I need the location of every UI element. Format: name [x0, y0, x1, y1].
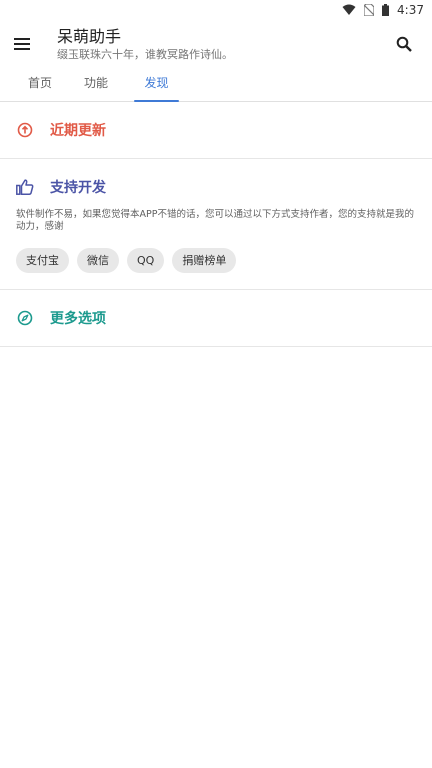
wechat-chip[interactable]: 微信 [77, 248, 119, 273]
battery-icon [382, 4, 390, 16]
wifi-icon [342, 4, 356, 16]
clock-time: 4:37 [397, 3, 424, 17]
tab-bar: 首页 功能 发现 [0, 68, 432, 102]
support-header: 支持开发 [0, 159, 432, 215]
more-options-section[interactable]: 更多选项 [0, 290, 432, 347]
qq-chip[interactable]: QQ [127, 248, 165, 273]
app-title: 呆萌助手 [57, 27, 122, 46]
tab-functions[interactable]: 功能 [68, 68, 124, 101]
upload-circle-icon [16, 121, 34, 139]
thumb-up-icon [16, 178, 34, 196]
search-icon [396, 36, 412, 52]
app-subtitle: 缀玉联珠六十年，谁教冥路作诗仙。 [57, 48, 233, 61]
support-description: 软件制作不易，如果您觉得本APP不错的话，您可以通过以下方式支持作者，您的支持就… [16, 209, 414, 232]
recent-updates-header[interactable]: 近期更新 [0, 102, 432, 158]
tab-discover[interactable]: 发现 [131, 68, 182, 102]
compass-icon [16, 309, 34, 327]
menu-button[interactable] [0, 22, 44, 66]
tab-home[interactable]: 首页 [12, 68, 68, 101]
app-bar: 呆萌助手 缀玉联珠六十年，谁教冥路作诗仙。 [0, 20, 432, 68]
donate-chip-group: 支付宝 微信 QQ 捐赠榜单 [16, 248, 416, 273]
menu-icon [14, 38, 30, 50]
no-sim-icon [364, 4, 375, 16]
recent-updates-title: 近期更新 [50, 123, 106, 139]
recent-updates-section[interactable]: 近期更新 [0, 102, 432, 159]
search-button[interactable] [382, 22, 426, 66]
more-options-title: 更多选项 [50, 311, 106, 327]
status-bar: 4:37 [0, 0, 432, 20]
donation-list-chip[interactable]: 捐赠榜单 [172, 248, 237, 273]
more-options-header[interactable]: 更多选项 [0, 290, 432, 346]
support-title: 支持开发 [50, 180, 106, 196]
support-section: 支持开发 软件制作不易，如果您觉得本APP不错的话，您可以通过以下方式支持作者，… [0, 159, 432, 290]
alipay-chip[interactable]: 支付宝 [16, 248, 69, 273]
